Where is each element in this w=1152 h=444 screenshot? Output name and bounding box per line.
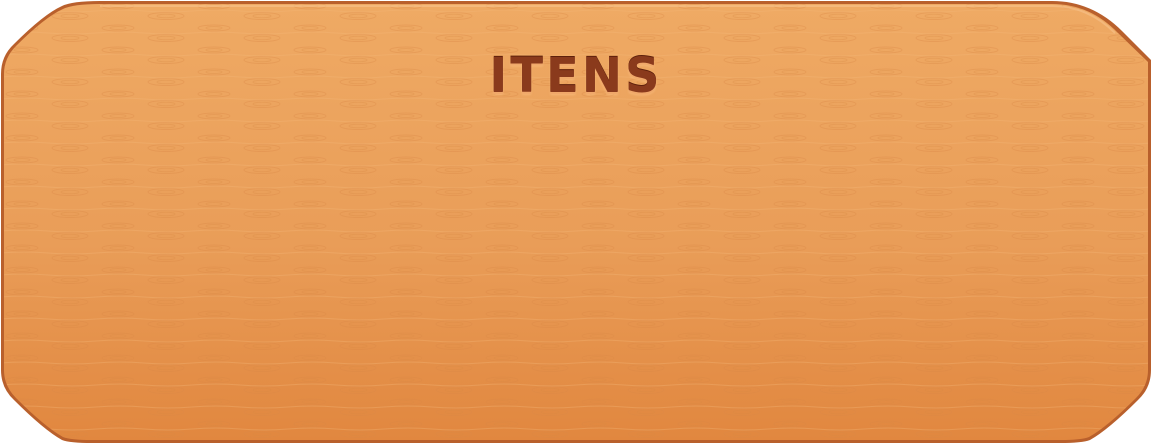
panel-title: ITENS (489, 48, 663, 104)
items-panel: ITENS (0, 0, 1152, 444)
